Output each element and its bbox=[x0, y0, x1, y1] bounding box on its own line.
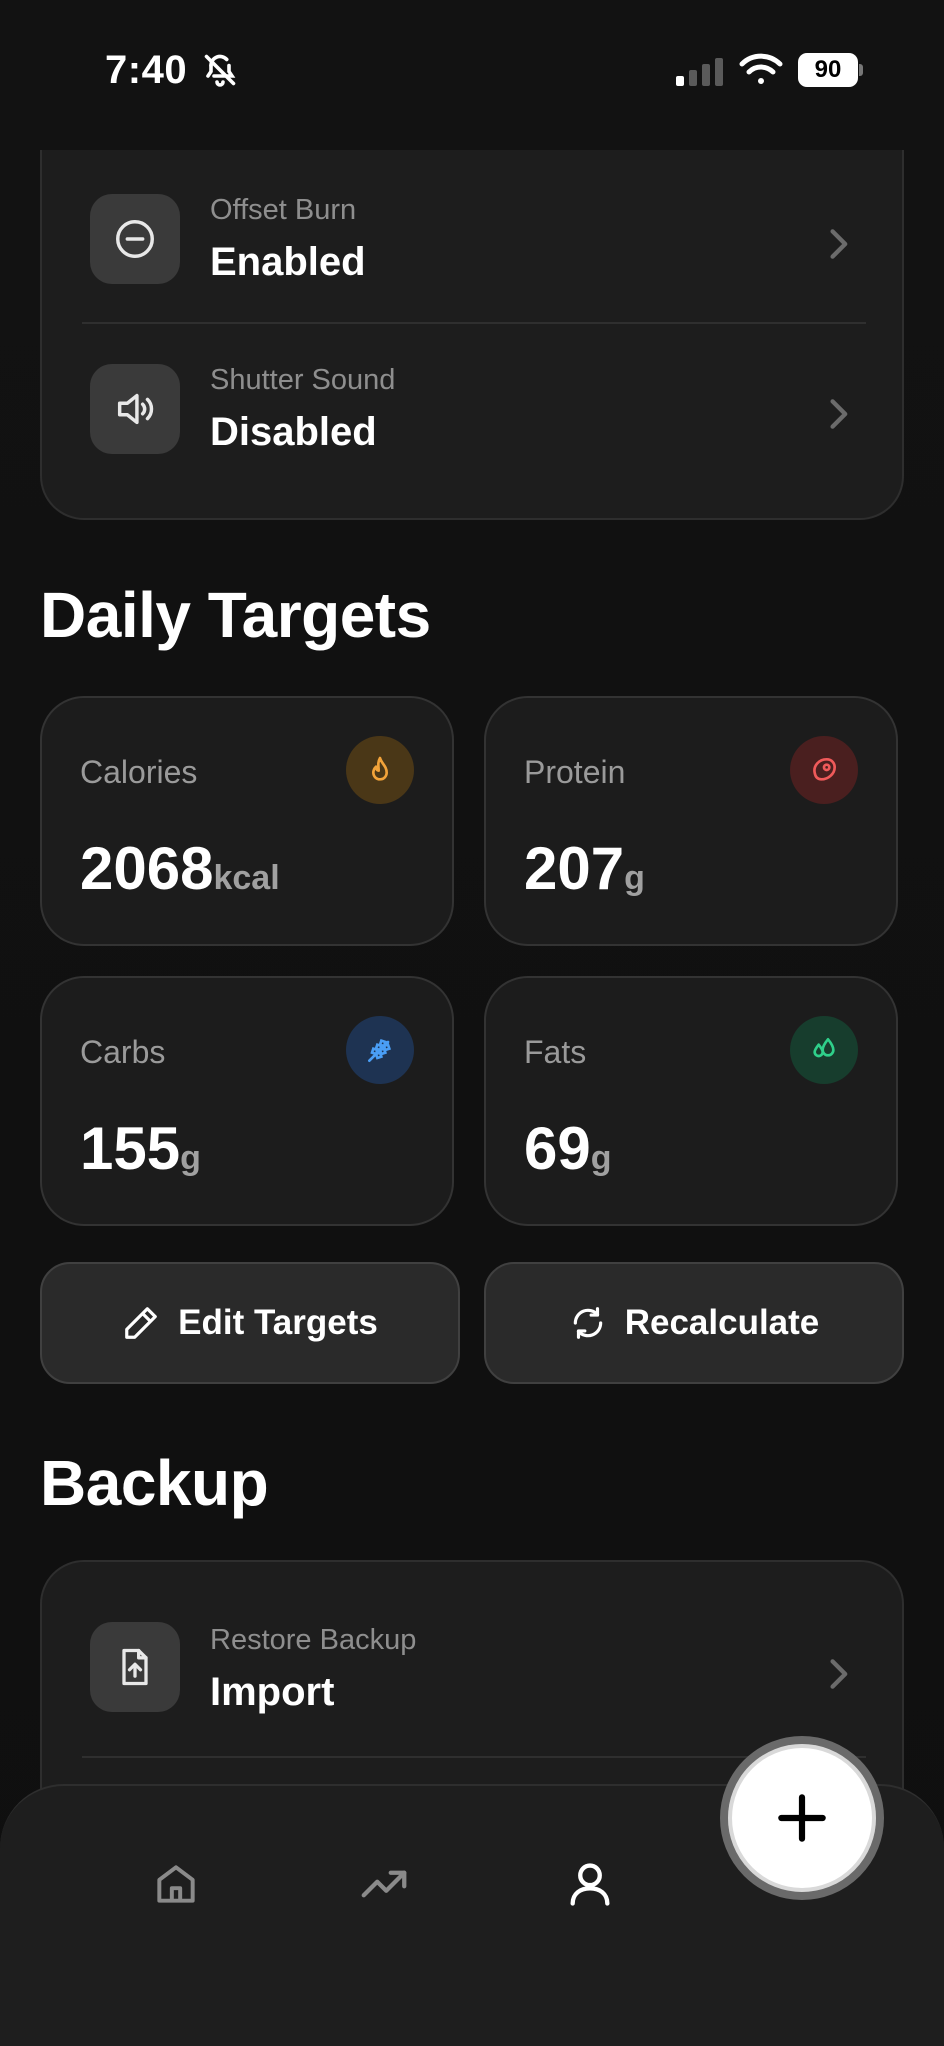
trending-up-icon bbox=[361, 1870, 407, 1898]
file-upload-icon bbox=[122, 1648, 148, 1686]
protein-value: 207g bbox=[524, 834, 645, 903]
battery-indicator: 90 bbox=[798, 53, 864, 87]
calories-value: 2068kcal bbox=[80, 834, 280, 903]
status-bar: 7:40 90 bbox=[0, 0, 944, 140]
edit-targets-label: Edit Targets bbox=[178, 1303, 378, 1342]
nav-progress[interactable] bbox=[354, 1854, 414, 1914]
battery-level: 90 bbox=[798, 53, 858, 87]
calories-unit: kcal bbox=[213, 859, 280, 897]
flame-icon bbox=[346, 736, 414, 804]
protein-card[interactable]: Protein 207g bbox=[484, 696, 898, 946]
carbs-card[interactable]: Carbs 155g bbox=[40, 976, 454, 1226]
settings-screen: 7:40 90 Offset Burn Enabled Shutter Soun… bbox=[0, 0, 944, 2046]
wifi-icon bbox=[739, 53, 783, 84]
backup-title: Backup bbox=[40, 1447, 269, 1519]
fats-number: 69 bbox=[524, 1115, 591, 1182]
nav-home[interactable] bbox=[146, 1854, 206, 1914]
bell-muted-icon bbox=[204, 54, 236, 87]
restore-backup-value: Import bbox=[210, 1670, 335, 1714]
shutter-sound-row[interactable]: Shutter Sound Disabled bbox=[42, 324, 906, 494]
pencil-icon bbox=[125, 1307, 157, 1339]
signal-icon bbox=[676, 58, 723, 86]
chevron-right-icon bbox=[830, 229, 848, 259]
offset-burn-icon-box bbox=[90, 194, 180, 284]
shutter-sound-value: Disabled bbox=[210, 410, 377, 454]
fats-unit: g bbox=[590, 1139, 612, 1177]
chevron-right-icon bbox=[830, 399, 848, 429]
add-button[interactable] bbox=[720, 1736, 884, 1900]
home-icon bbox=[157, 1865, 195, 1903]
restore-backup-row[interactable]: Restore Backup Import bbox=[42, 1562, 906, 1732]
wheat-icon bbox=[346, 1016, 414, 1084]
calories-label: Calories bbox=[80, 754, 198, 790]
shutter-sound-icon-box bbox=[90, 364, 180, 454]
nav-profile[interactable] bbox=[560, 1854, 620, 1914]
edit-targets-button[interactable]: Edit Targets bbox=[40, 1262, 460, 1384]
speaker-icon bbox=[117, 393, 154, 425]
droplets-icon bbox=[790, 1016, 858, 1084]
refresh-icon bbox=[573, 1307, 602, 1339]
protein-number: 207 bbox=[524, 835, 625, 902]
protein-label: Protein bbox=[524, 754, 626, 790]
protein-unit: g bbox=[624, 859, 645, 897]
carbs-unit: g bbox=[180, 1139, 201, 1177]
daily-targets-title: Daily Targets bbox=[40, 579, 431, 651]
restore-backup-icon-box bbox=[90, 1622, 180, 1712]
recalculate-label: Recalculate bbox=[624, 1303, 820, 1342]
carbs-number: 155 bbox=[80, 1115, 181, 1182]
preferences-card: Offset Burn Enabled Shutter Sound Disabl… bbox=[40, 150, 904, 520]
steak-icon bbox=[790, 736, 858, 804]
offset-burn-label: Offset Burn bbox=[210, 194, 357, 226]
offset-burn-value: Enabled bbox=[210, 240, 366, 284]
calories-number: 2068 bbox=[80, 835, 214, 902]
chevron-right-icon bbox=[830, 1659, 848, 1689]
fats-card[interactable]: Fats 69g bbox=[484, 976, 898, 1226]
fats-value: 69g bbox=[524, 1114, 612, 1183]
calories-card[interactable]: Calories 2068kcal bbox=[40, 696, 454, 946]
battery-nub bbox=[859, 64, 863, 76]
restore-backup-label: Restore Backup bbox=[210, 1624, 417, 1656]
recalculate-button[interactable]: Recalculate bbox=[484, 1262, 904, 1384]
status-time: 7:40 bbox=[105, 48, 188, 92]
fats-label: Fats bbox=[524, 1034, 587, 1070]
carbs-value: 155g bbox=[80, 1114, 201, 1183]
carbs-label: Carbs bbox=[80, 1034, 166, 1070]
shutter-sound-label: Shutter Sound bbox=[210, 364, 396, 396]
plus-icon bbox=[778, 1794, 826, 1842]
user-icon bbox=[570, 1863, 610, 1906]
offset-burn-row[interactable]: Offset Burn Enabled bbox=[42, 150, 906, 320]
minus-circle-icon bbox=[116, 220, 154, 258]
